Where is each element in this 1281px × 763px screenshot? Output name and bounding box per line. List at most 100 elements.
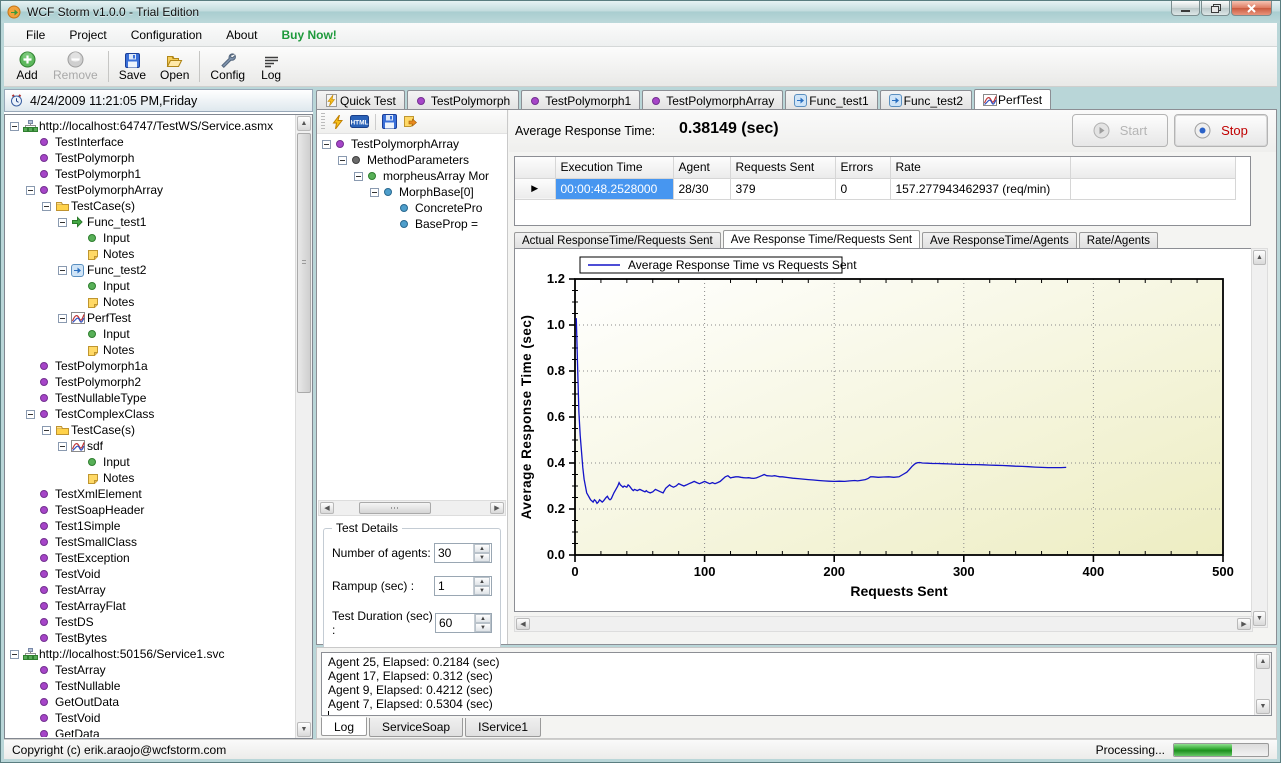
parameter-tree-item[interactable]: morpheusArray Mor (318, 168, 506, 184)
spin-down-icon[interactable]: ▼ (474, 586, 490, 595)
scroll-down-arrow[interactable]: ▼ (297, 722, 311, 737)
spin-down-icon[interactable]: ▼ (475, 623, 491, 632)
scroll-up-arrow[interactable]: ▲ (1253, 250, 1266, 265)
grid-header-Agent[interactable]: Agent (673, 157, 730, 178)
menu-item-file[interactable]: File (14, 25, 57, 45)
service-tree-item[interactable]: TestBytes (6, 630, 294, 646)
parameter-tree-item[interactable]: BaseProp = (318, 216, 506, 232)
service-tree-item[interactable]: TestSoapHeader (6, 502, 294, 518)
spin-up-icon[interactable]: ▲ (474, 577, 490, 586)
stop-button[interactable]: Stop (1174, 114, 1268, 147)
scroll-up-arrow[interactable]: ▲ (297, 116, 311, 131)
service-tree-item[interactable]: http://localhost:50156/Service1.svc (6, 646, 294, 662)
log-output[interactable]: Agent 25, Elapsed: 0.2184 (sec)Agent 17,… (321, 652, 1272, 716)
test-duration-sec-input[interactable] (436, 614, 474, 632)
service-tree-item[interactable]: TestPolymorph2 (6, 374, 294, 390)
log-tab-servicesoap[interactable]: ServiceSoap (369, 718, 463, 737)
service-tree-item[interactable]: TestPolymorph1 (6, 166, 294, 182)
grid-header-Requests Sent[interactable]: Requests Sent (730, 157, 835, 178)
service-tree-item[interactable]: TestException (6, 550, 294, 566)
rampup-sec-spinner[interactable]: ▲▼ (434, 576, 492, 596)
log-button[interactable]: Log (252, 47, 290, 86)
scroll-right-arrow[interactable]: ▶ (490, 502, 504, 514)
chart-tab-ave-responsetime-agents[interactable]: Ave ResponseTime/Agents (922, 232, 1077, 248)
service-tree-item[interactable]: TestCase(s) (6, 198, 294, 214)
tree-expander-icon[interactable] (338, 156, 347, 165)
tab-func-test1[interactable]: Func_test1 (785, 90, 877, 110)
scroll-left-arrow[interactable]: ◀ (516, 618, 530, 630)
tree-expander-icon[interactable] (26, 410, 35, 419)
service-tree-item[interactable]: Input (6, 326, 294, 342)
chart-tab-ave-response-time-requests-sent[interactable]: Ave Response Time/Requests Sent (723, 230, 920, 248)
add-button[interactable]: Add (8, 47, 46, 86)
menu-item-buy-now-[interactable]: Buy Now! (269, 25, 348, 45)
log-tab-iservice1[interactable]: IService1 (465, 718, 541, 737)
minimize-button[interactable] (1171, 1, 1200, 16)
tab-testpolymorph1[interactable]: TestPolymorph1 (521, 90, 640, 110)
title-bar[interactable]: WCF Storm v1.0.0 - Trial Edition (1, 1, 1280, 23)
menu-item-project[interactable]: Project (57, 25, 118, 45)
service-tree-item[interactable]: TestVoid (6, 710, 294, 726)
scroll-thumb[interactable] (297, 133, 311, 393)
parameter-tree-item[interactable]: ConcretePro (318, 200, 506, 216)
tree-expander-icon[interactable] (10, 650, 19, 659)
log-tab-log[interactable]: Log (321, 717, 367, 736)
chart-tab-rate-agents[interactable]: Rate/Agents (1079, 232, 1158, 248)
number-of-agents-input[interactable] (435, 544, 473, 562)
scroll-up-arrow[interactable]: ▲ (1256, 654, 1270, 669)
grid-header-selector[interactable] (515, 157, 555, 178)
grid-header-Execution Time[interactable]: Execution Time (555, 157, 673, 178)
grid-cell[interactable]: 28/30 (673, 178, 730, 199)
service-tree-item[interactable]: TestDS (6, 614, 294, 630)
tree-expander-icon[interactable] (354, 172, 363, 181)
service-tree-item[interactable]: TestArray (6, 662, 294, 678)
results-grid[interactable]: Execution TimeAgentRequests SentErrorsRa… (514, 156, 1251, 226)
restore-button[interactable] (1201, 1, 1230, 16)
service-tree-item[interactable]: TestInterface (6, 134, 294, 150)
service-tree-item[interactable]: Notes (6, 470, 294, 486)
chart-vscrollbar[interactable]: ▲ ▼ (1251, 248, 1268, 628)
spin-up-icon[interactable]: ▲ (475, 614, 491, 623)
save-button[interactable]: Save (112, 47, 153, 86)
log-scrollbar[interactable]: ▲▼ (1254, 653, 1271, 715)
service-tree-item[interactable]: TestComplexClass (6, 406, 294, 422)
parameter-tree-item[interactable]: MethodParameters (318, 152, 506, 168)
remove-button[interactable]: Remove (46, 47, 105, 86)
service-tree-item[interactable]: TestCase(s) (6, 422, 294, 438)
service-tree-item[interactable]: GetData (6, 726, 294, 737)
spin-up-icon[interactable]: ▲ (474, 544, 490, 553)
service-tree-item[interactable]: TestVoid (6, 566, 294, 582)
chart-hscrollbar[interactable]: ◀ ▶ (514, 616, 1253, 632)
test-duration-sec-spinner[interactable]: ▲▼ (435, 613, 492, 633)
service-tree-item[interactable]: sdf (6, 438, 294, 454)
tree-expander-icon[interactable] (58, 266, 67, 275)
service-tree-item[interactable]: GetOutData (6, 694, 294, 710)
scroll-down-arrow[interactable]: ▼ (1253, 611, 1266, 626)
service-tree-scrollbar[interactable]: ▲ ▼ (295, 115, 312, 738)
tree-expander-icon[interactable] (58, 218, 67, 227)
number-of-agents-spinner[interactable]: ▲▼ (434, 543, 492, 563)
grid-header-Rate[interactable]: Rate (890, 157, 1070, 178)
parameter-tree-item[interactable]: MorphBase[0] (318, 184, 506, 200)
tree-expander-icon[interactable] (42, 202, 51, 211)
service-tree-item[interactable]: TestArray (6, 582, 294, 598)
open-button[interactable]: Open (153, 47, 196, 86)
service-tree-item[interactable]: TestNullable (6, 678, 294, 694)
tree-expander-icon[interactable] (58, 314, 67, 323)
scroll-right-arrow[interactable]: ▶ (1237, 618, 1251, 630)
tab-testpolymorpharray[interactable]: TestPolymorphArray (642, 90, 783, 110)
export-icon[interactable] (403, 115, 417, 128)
service-tree-item[interactable]: Func_test1 (6, 214, 294, 230)
service-tree-item[interactable]: TestPolymorph1a (6, 358, 294, 374)
grid-row[interactable]: ▶00:00:48.252800028/303790157.2779434629… (515, 178, 1235, 199)
service-tree-item[interactable]: TestPolymorphArray (6, 182, 294, 198)
service-tree-item[interactable]: PerfTest (6, 310, 294, 326)
grid-cell[interactable]: 379 (730, 178, 835, 199)
menu-item-configuration[interactable]: Configuration (119, 25, 214, 45)
tree-expander-icon[interactable] (322, 140, 331, 149)
spin-down-icon[interactable]: ▼ (474, 553, 490, 562)
menu-item-about[interactable]: About (214, 25, 269, 45)
rampup-sec-input[interactable] (435, 577, 473, 595)
tree-expander-icon[interactable] (58, 442, 67, 451)
service-tree-item[interactable]: TestSmallClass (6, 534, 294, 550)
